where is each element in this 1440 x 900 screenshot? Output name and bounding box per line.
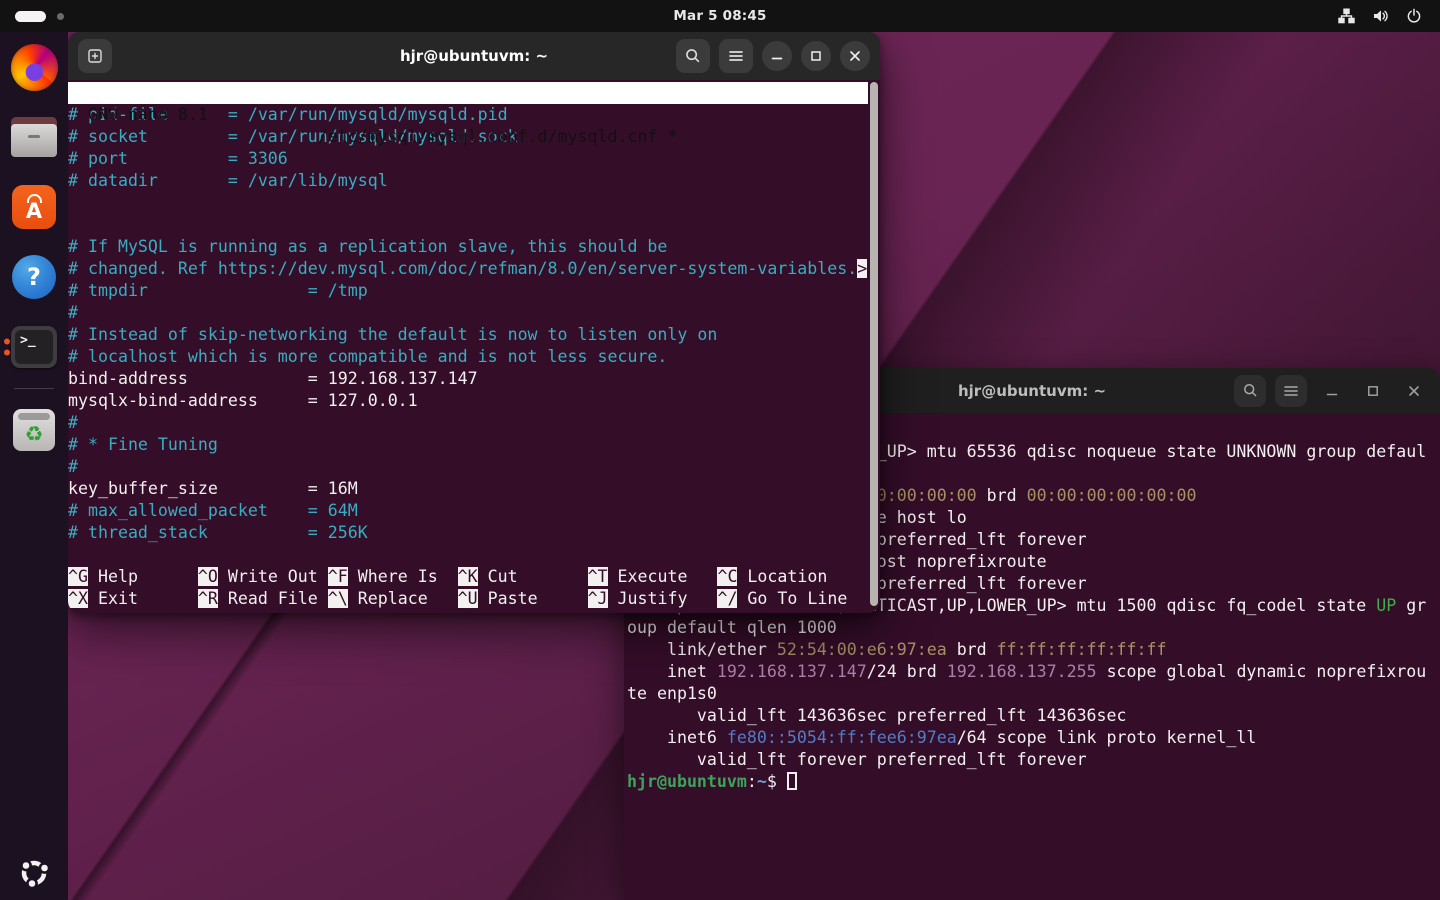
dock-item-help[interactable]: ? <box>0 246 68 308</box>
workspace-active-pill[interactable] <box>15 11 46 22</box>
dock-item-files[interactable] <box>0 106 68 168</box>
menu-button[interactable] <box>719 39 753 73</box>
dock-item-firefox[interactable] <box>0 36 68 98</box>
minimize-button[interactable] <box>762 41 792 71</box>
maximize-button[interactable] <box>1357 375 1389 407</box>
show-apps-button[interactable] <box>17 856 51 890</box>
trash-icon: ♻ <box>13 409 55 451</box>
ubuntu-logo-icon <box>17 856 51 890</box>
minimize-button[interactable] <box>1316 375 1348 407</box>
dock: A ? >_ ♻ <box>0 32 68 900</box>
app-center-icon: A <box>12 185 56 229</box>
nano-editor: GNU nano 8.1 /etc/mysql/mysql.conf.d/mys… <box>68 80 880 613</box>
nano-filename: /etc/mysql/mysql.conf.d/mysqld.cnf * <box>318 126 678 148</box>
clock[interactable]: Mar 5 08:45 <box>673 8 766 24</box>
menu-button[interactable] <box>1275 375 1307 407</box>
workspace-inactive-dot[interactable] <box>57 13 64 20</box>
front-window-title: hjr@ubuntuvm: ~ <box>400 47 548 65</box>
nano-shortcut-bar[interactable]: ^G Help ^O Write Out ^F Where Is ^K Cut … <box>68 566 880 610</box>
scrollbar[interactable] <box>870 82 878 606</box>
dock-item-trash[interactable]: ♻ <box>0 399 68 461</box>
firefox-icon <box>11 44 58 91</box>
close-button[interactable] <box>1398 375 1430 407</box>
search-button[interactable] <box>676 39 710 73</box>
nano-buffer-text: # pid-file = /var/run/mysqld/mysqld.pid#… <box>68 104 880 544</box>
volume-icon[interactable] <box>1372 8 1389 24</box>
dock-item-app-center[interactable]: A <box>0 176 68 238</box>
terminal-window-nano: hjr@ubuntuvm: ~ GN <box>68 32 880 613</box>
dock-separator <box>14 388 54 389</box>
workspace-indicator[interactable] <box>15 11 64 22</box>
wired-network-icon[interactable] <box>1338 8 1355 24</box>
new-tab-button[interactable] <box>78 39 112 73</box>
power-icon[interactable] <box>1406 8 1422 24</box>
files-icon <box>11 117 57 157</box>
nano-version: GNU nano 8.1 <box>88 104 208 126</box>
maximize-button[interactable] <box>801 41 831 71</box>
close-button[interactable] <box>840 41 870 71</box>
help-icon: ? <box>12 255 56 299</box>
dock-item-terminal[interactable]: >_ <box>0 316 68 378</box>
top-bar: Mar 5 08:45 <box>0 0 1440 32</box>
nano-titlebar: GNU nano 8.1 /etc/mysql/mysql.conf.d/mys… <box>68 82 868 104</box>
front-window-titlebar[interactable]: hjr@ubuntuvm: ~ <box>68 32 880 80</box>
system-status-area[interactable] <box>1338 8 1422 24</box>
running-indicator-dots <box>4 339 10 356</box>
back-window-title: hjr@ubuntuvm: ~ <box>958 382 1106 400</box>
terminal-icon: >_ <box>11 326 57 368</box>
search-button[interactable] <box>1234 375 1266 407</box>
